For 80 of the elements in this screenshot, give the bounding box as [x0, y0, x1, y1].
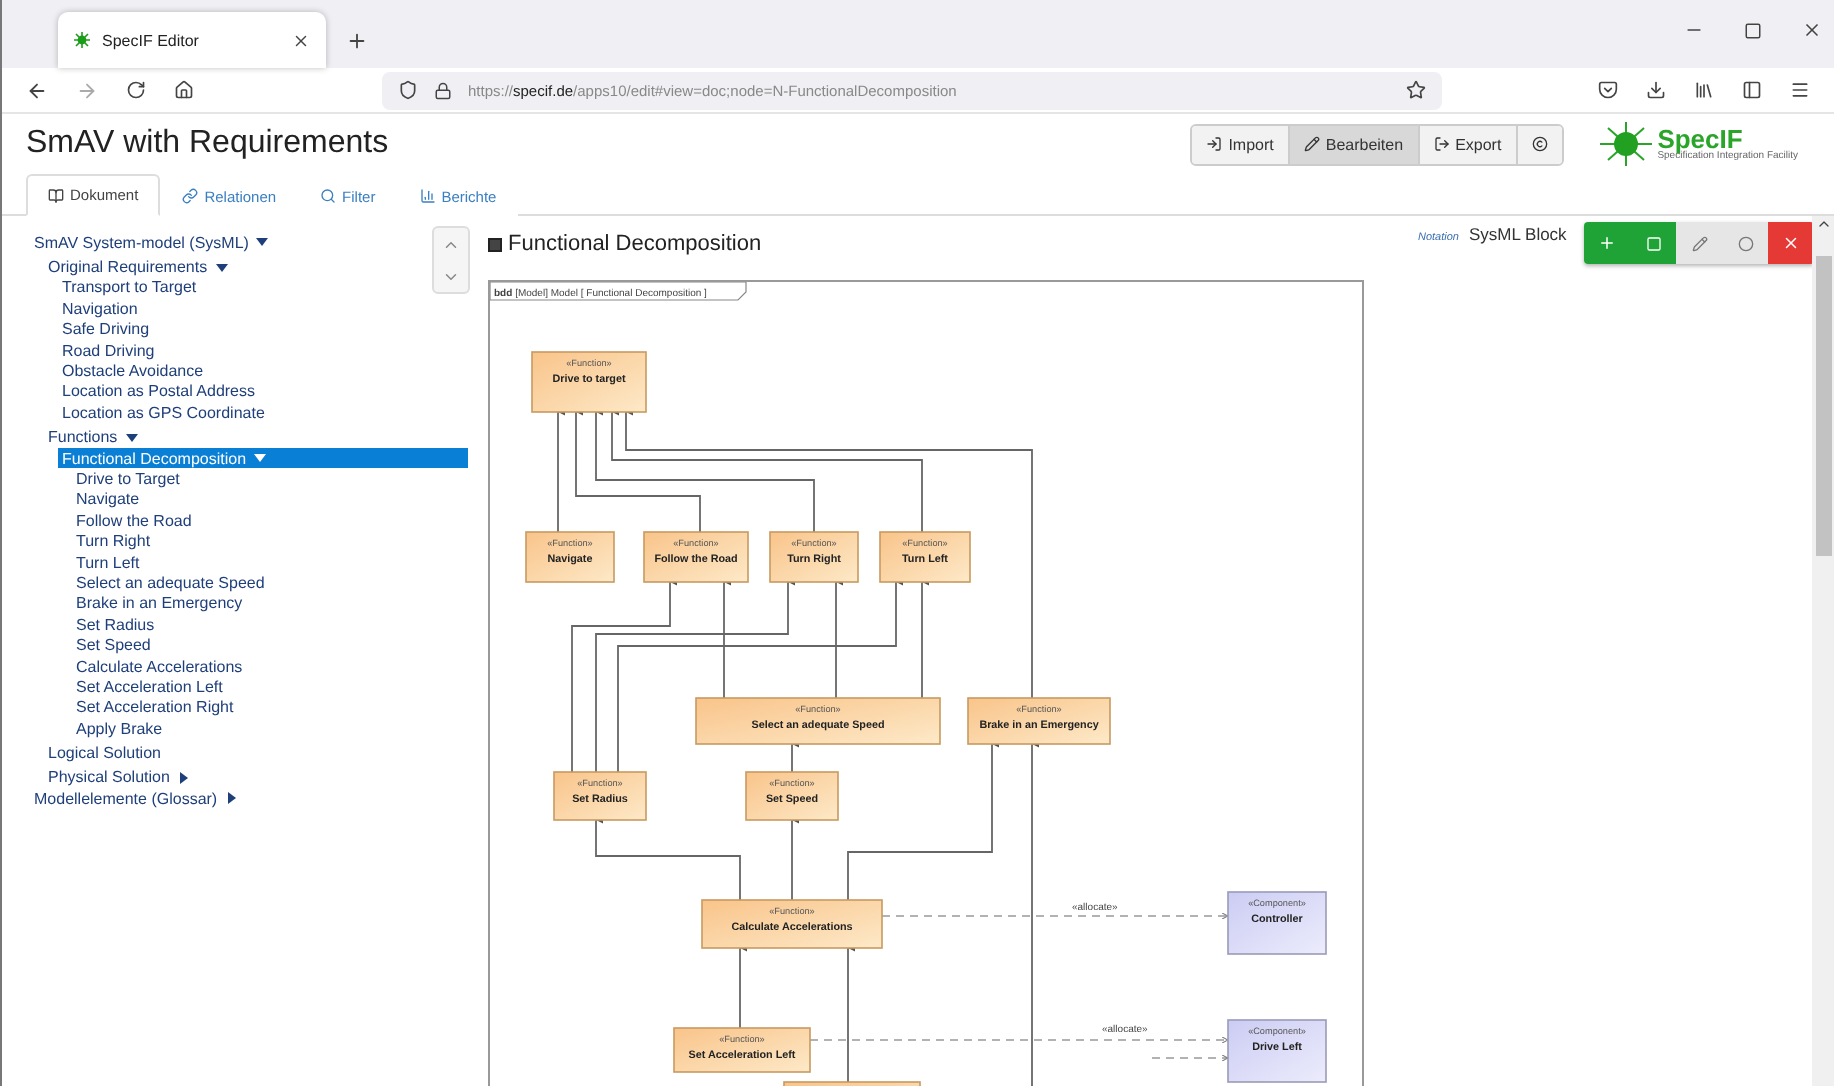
shield-icon	[398, 80, 418, 100]
search-icon	[320, 188, 337, 204]
reload-icon[interactable]	[126, 80, 146, 100]
close-icon[interactable]	[292, 31, 310, 49]
menu-icon[interactable]	[1790, 80, 1810, 100]
tree-item[interactable]: Obstacle Avoidance	[58, 360, 204, 382]
star-icon[interactable]	[1406, 80, 1426, 100]
tree-item[interactable]: Brake in an Emergency	[72, 593, 243, 615]
copyright-icon	[1531, 136, 1548, 152]
tree-item[interactable]: Functions	[44, 427, 138, 448]
book-icon	[48, 187, 64, 203]
caret-right-icon[interactable]	[225, 792, 238, 805]
connector-line	[557, 408, 566, 533]
tree-item[interactable]: Apply Brake	[72, 717, 163, 739]
caret-right-icon[interactable]	[177, 771, 190, 784]
pencil-icon	[1303, 136, 1320, 152]
tree-item[interactable]: Original Requirements	[44, 256, 228, 278]
tree-item[interactable]: Set Acceleration Right	[72, 697, 234, 718]
allocation-line	[1151, 1054, 1229, 1062]
home-icon[interactable]	[174, 80, 194, 100]
tree-item[interactable]: Safe Driving	[58, 319, 150, 340]
browser-tab[interactable]: SpecIF Editor	[58, 12, 326, 68]
connector-line	[791, 816, 800, 901]
plus-icon	[1598, 234, 1616, 252]
action-button[interactable]: Import	[1192, 125, 1290, 163]
scroll-up-icon[interactable]	[1815, 216, 1831, 232]
tree-item[interactable]: Location as GPS Coordinate	[58, 402, 265, 424]
caret-down-icon[interactable]	[256, 236, 269, 249]
square-icon	[1645, 235, 1661, 251]
tree-item[interactable]: Select an adequate Speed	[72, 572, 265, 594]
action-button[interactable]: Bearbeiten	[1289, 125, 1420, 163]
tree-item[interactable]: Physical Solution	[44, 767, 190, 789]
action-button[interactable]: Export	[1419, 125, 1518, 163]
link-icon	[182, 188, 199, 204]
download-icon[interactable]	[1646, 80, 1666, 100]
tree-item[interactable]: Navigation	[58, 298, 138, 320]
logo-name: SpecIF	[1657, 126, 1743, 152]
tree-item[interactable]: Set Speed	[72, 634, 151, 656]
tree-item[interactable]: Modellelemente (Glossar)	[30, 788, 238, 810]
export-icon	[1433, 136, 1450, 152]
tab-title: SpecIF Editor	[102, 31, 201, 49]
selected-tree-item[interactable]: Functional Decomposition	[58, 447, 468, 469]
caret-down-icon[interactable]	[215, 261, 228, 274]
library-icon[interactable]	[1694, 80, 1714, 100]
app-title: SmAV with Requirements	[26, 126, 391, 162]
connector-line	[847, 944, 856, 1086]
tree-item[interactable]: Set Acceleration Left	[72, 676, 223, 698]
logo-icon	[1599, 122, 1652, 166]
tree-item[interactable]: SmAV System-model (SysML)	[30, 232, 269, 253]
tree-item[interactable]: Logical Solution	[44, 742, 161, 764]
tree-item[interactable]: Drive to Target	[72, 468, 180, 490]
tree-item[interactable]: Set Radius	[72, 614, 155, 635]
sidebar-icon[interactable]	[1742, 80, 1762, 100]
tree-item[interactable]: Turn Left	[72, 551, 140, 573]
new-tab-icon[interactable]	[346, 30, 368, 52]
tree-item[interactable]: Road Driving	[58, 339, 155, 361]
tree-item[interactable]: Location as Postal Address	[58, 381, 256, 403]
maximize-icon[interactable]	[1744, 20, 1762, 40]
tree-item[interactable]: Follow the Road	[72, 510, 192, 531]
chart-icon	[419, 188, 436, 204]
lock-icon	[434, 81, 452, 99]
circle-icon	[1737, 235, 1753, 251]
tree-item[interactable]: Calculate Accelerations	[72, 655, 243, 677]
info-button[interactable]	[1517, 125, 1562, 163]
edit-button[interactable]	[1676, 222, 1722, 264]
star-icon	[74, 32, 90, 48]
tree-item[interactable]: Turn Right	[72, 530, 151, 552]
back-icon[interactable]	[26, 79, 48, 101]
tree-item[interactable]: Navigate	[72, 489, 140, 511]
function-block	[783, 1081, 921, 1086]
tree-item[interactable]: Transport to Target	[58, 277, 197, 299]
import-icon	[1206, 136, 1223, 152]
scrollbar[interactable]	[1812, 216, 1834, 1086]
close-icon[interactable]	[1802, 20, 1822, 40]
pocket-icon[interactable]	[1598, 80, 1618, 100]
scroll-thumb[interactable]	[1815, 256, 1831, 556]
notation-value: SysML Block	[1469, 224, 1567, 244]
connector-line	[739, 944, 748, 1029]
pencil-icon	[1691, 235, 1707, 251]
close-icon	[1782, 234, 1800, 252]
